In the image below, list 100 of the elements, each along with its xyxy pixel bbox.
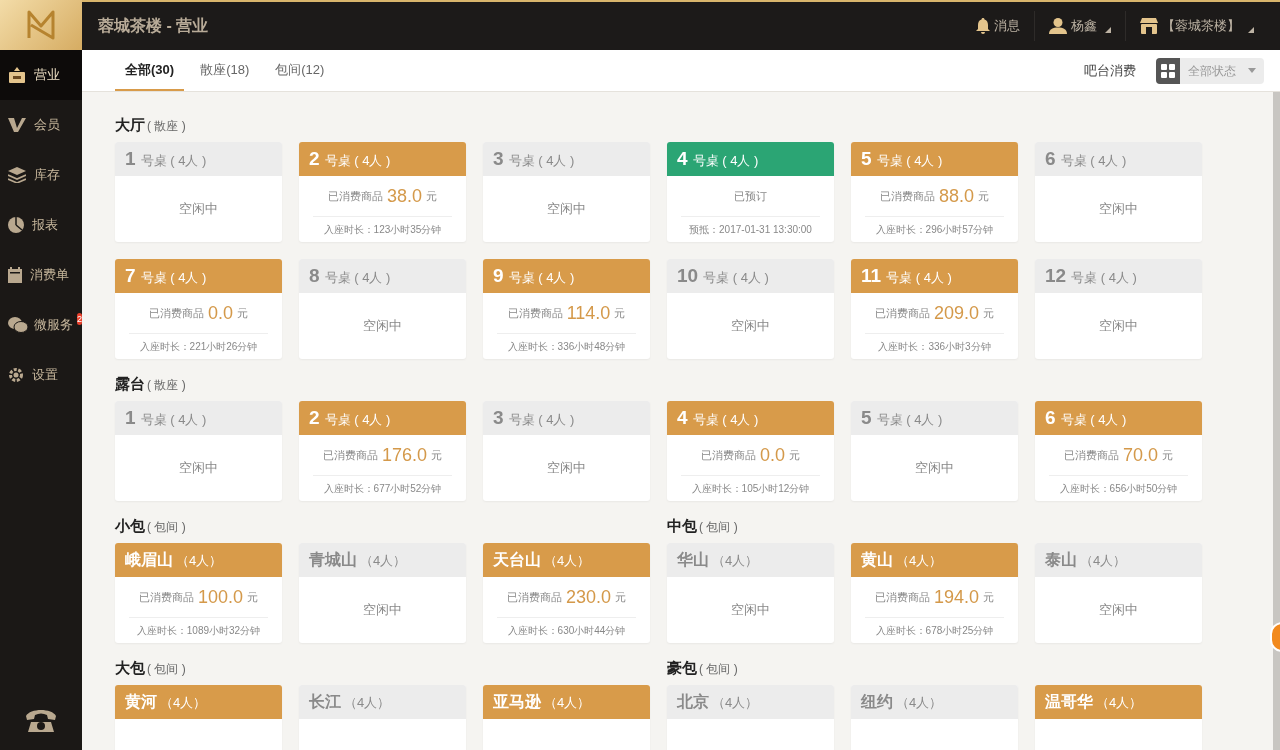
idle-status: 空闲中 bbox=[547, 459, 586, 478]
consumed-label: 已消费商品 bbox=[1063, 447, 1119, 463]
table-card[interactable]: 黄山 （4人） 已消费商品 194.0 元 入座时长：678小时25分钟 bbox=[851, 543, 1018, 643]
consumed-label: 已消费商品 bbox=[874, 589, 930, 605]
section-title: 大厅 bbox=[115, 115, 145, 135]
header-menu-item[interactable]: 消息 bbox=[962, 11, 1034, 41]
consumed-amount: 0.0 bbox=[208, 301, 233, 325]
table-label: 号桌 ( 4人 ) bbox=[692, 152, 759, 170]
idle-status: 空闲中 bbox=[731, 317, 770, 336]
idle-status: 空闲中 bbox=[179, 459, 218, 478]
table-label: 号桌 ( 4人 ) bbox=[324, 269, 391, 287]
table-label: 号桌 ( 4人 ) bbox=[692, 411, 759, 429]
room-capacity: （4人） bbox=[544, 552, 591, 570]
section-title: 露台 bbox=[115, 374, 145, 394]
table-card[interactable]: 2 号桌 ( 4人 ) 已消费商品 38.0 元 入座时长：123小时35分钟 bbox=[299, 142, 466, 242]
room-capacity: （4人） bbox=[544, 694, 591, 712]
table-card[interactable]: 5 号桌 ( 4人 ) 空闲中 bbox=[851, 401, 1018, 501]
table-card[interactable]: 长江 （4人） bbox=[299, 685, 466, 750]
table-number: 6 bbox=[1045, 148, 1056, 170]
table-number: 3 bbox=[493, 407, 504, 429]
table-card[interactable]: 6 号桌 ( 4人 ) 已消费商品 70.0 元 入座时长：656小时50分钟 bbox=[1035, 401, 1202, 501]
table-card[interactable]: 6 号桌 ( 4人 ) 空闲中 bbox=[1035, 142, 1202, 242]
table-card[interactable]: 10 号桌 ( 4人 ) 空闲中 bbox=[667, 259, 834, 359]
table-card[interactable]: 北京 （4人） bbox=[667, 685, 834, 750]
section-title: 大包 bbox=[115, 658, 145, 678]
table-card[interactable]: 7 号桌 ( 4人 ) 已消费商品 0.0 元 入座时长：221小时26分钟 bbox=[115, 259, 282, 359]
table-number: 2 bbox=[309, 407, 320, 429]
table-number: 12 bbox=[1045, 265, 1067, 287]
currency-unit: 元 bbox=[983, 589, 994, 605]
room-name: 天台山 bbox=[493, 550, 541, 570]
sidebar-item[interactable]: 报表 bbox=[0, 200, 82, 250]
table-card[interactable]: 1 号桌 ( 4人 ) 空闲中 bbox=[115, 401, 282, 501]
tab[interactable]: 散座(18) bbox=[190, 50, 260, 91]
sidebar-item[interactable]: 设置 bbox=[0, 350, 82, 400]
table-label: 号桌 ( 4人 ) bbox=[886, 269, 952, 287]
sidebar-item[interactable]: 库存 bbox=[0, 150, 82, 200]
bar-consumption-link[interactable]: 吧台消费 bbox=[1084, 60, 1136, 81]
table-card[interactable]: 华山 （4人） 空闲中 bbox=[667, 543, 834, 643]
table-card[interactable]: 黄河 （4人） bbox=[115, 685, 282, 750]
header-menu-item[interactable]: 【蓉城茶楼】 bbox=[1125, 11, 1268, 41]
room-capacity: （4人） bbox=[1080, 552, 1127, 570]
table-number: 6 bbox=[1045, 407, 1056, 429]
table-card[interactable]: 8 号桌 ( 4人 ) 空闲中 bbox=[299, 259, 466, 359]
user-icon bbox=[1049, 18, 1067, 34]
section-title: 中包 bbox=[667, 516, 697, 536]
idle-status: 空闲中 bbox=[363, 317, 402, 336]
table-card[interactable]: 3 号桌 ( 4人 ) 空闲中 bbox=[483, 142, 650, 242]
table-card[interactable]: 峨眉山 （4人） 已消费商品 100.0 元 入座时长：1089小时32分钟 bbox=[115, 543, 282, 643]
table-card[interactable]: 2 号桌 ( 4人 ) 已消费商品 176.0 元 入座时长：677小时52分钟 bbox=[299, 401, 466, 501]
consumed-amount: 176.0 bbox=[381, 443, 427, 467]
section-type: ( 包间 ) bbox=[147, 519, 186, 536]
header-menu-item[interactable]: 杨鑫 bbox=[1034, 11, 1125, 41]
seat-duration: 入座时长：677小时52分钟 bbox=[323, 482, 442, 496]
table-card[interactable]: 3 号桌 ( 4人 ) 空闲中 bbox=[483, 401, 650, 501]
seat-duration: 入座时长：105小时12分钟 bbox=[691, 482, 810, 496]
table-card[interactable]: 纽约 （4人） bbox=[851, 685, 1018, 750]
table-card[interactable]: 温哥华 （4人） bbox=[1035, 685, 1202, 750]
table-card[interactable]: 9 号桌 ( 4人 ) 已消费商品 114.0 元 入座时长：336小时48分钟 bbox=[483, 259, 650, 359]
currency-unit: 元 bbox=[237, 305, 248, 321]
app-title: 蓉城茶楼 - 营业 bbox=[98, 16, 209, 36]
table-card[interactable]: 泰山 （4人） 空闲中 bbox=[1035, 543, 1202, 643]
consumed-amount: 0.0 bbox=[760, 443, 785, 467]
table-card[interactable]: 青城山 （4人） 空闲中 bbox=[299, 543, 466, 643]
scrollbar[interactable] bbox=[1273, 92, 1280, 750]
seat-duration: 入座时长：336小时48分钟 bbox=[507, 340, 626, 354]
currency-unit: 元 bbox=[615, 589, 626, 605]
table-card[interactable]: 11 号桌 ( 4人 ) 已消费商品 209.0 元 入座时长：336小时3分钟 bbox=[851, 259, 1018, 359]
consumed-label: 已消费商品 bbox=[149, 305, 204, 321]
tab[interactable]: 包间(12) bbox=[265, 50, 335, 91]
currency-unit: 元 bbox=[426, 188, 437, 204]
table-card[interactable]: 5 号桌 ( 4人 ) 已消费商品 88.0 元 入座时长：296小时57分钟 bbox=[851, 142, 1018, 242]
status-filter[interactable]: 全部状态 bbox=[1156, 57, 1264, 84]
settings-icon bbox=[8, 367, 24, 383]
sidebar-item[interactable]: 消费单 bbox=[0, 250, 82, 300]
table-card[interactable]: 天台山 （4人） 已消费商品 230.0 元 入座时长：630小时44分钟 bbox=[483, 543, 650, 643]
table-label: 号桌 ( 4人 ) bbox=[508, 269, 575, 287]
room-name: 温哥华 bbox=[1045, 692, 1093, 712]
table-number: 10 bbox=[677, 265, 699, 287]
idle-status: 空闲中 bbox=[363, 601, 402, 620]
consumed-label: 已消费商品 bbox=[507, 305, 563, 321]
room-name: 泰山 bbox=[1045, 550, 1077, 570]
room-capacity: （4人） bbox=[712, 552, 759, 570]
sidebar-item[interactable]: 会员 bbox=[0, 100, 82, 150]
table-label: 号桌 ( 4人 ) bbox=[140, 269, 207, 287]
calendar-icon bbox=[8, 267, 22, 283]
table-number: 7 bbox=[125, 265, 136, 287]
pie-chart-icon bbox=[8, 217, 24, 233]
table-card[interactable]: 12 号桌 ( 4人 ) 空闲中 bbox=[1035, 259, 1202, 359]
consumed-amount: 114.0 bbox=[566, 301, 611, 325]
room-capacity: （4人） bbox=[360, 552, 407, 570]
sidebar-item[interactable]: 微服务 2 bbox=[0, 300, 82, 350]
tab[interactable]: 全部(30) bbox=[115, 50, 185, 91]
table-card[interactable]: 4 号桌 ( 4人 ) 已预订 预抵：2017-01-31 13:30:00 bbox=[667, 142, 834, 242]
table-card[interactable]: 4 号桌 ( 4人 ) 已消费商品 0.0 元 入座时长：105小时12分钟 bbox=[667, 401, 834, 501]
sidebar-item[interactable]: 营业 bbox=[0, 50, 82, 100]
currency-unit: 元 bbox=[978, 188, 989, 204]
table-card[interactable]: 亚马逊 （4人） bbox=[483, 685, 650, 750]
seat-duration: 入座时长：123小时35分钟 bbox=[323, 223, 442, 237]
idle-status: 空闲中 bbox=[731, 601, 770, 620]
table-card[interactable]: 1 号桌 ( 4人 ) 空闲中 bbox=[115, 142, 282, 242]
